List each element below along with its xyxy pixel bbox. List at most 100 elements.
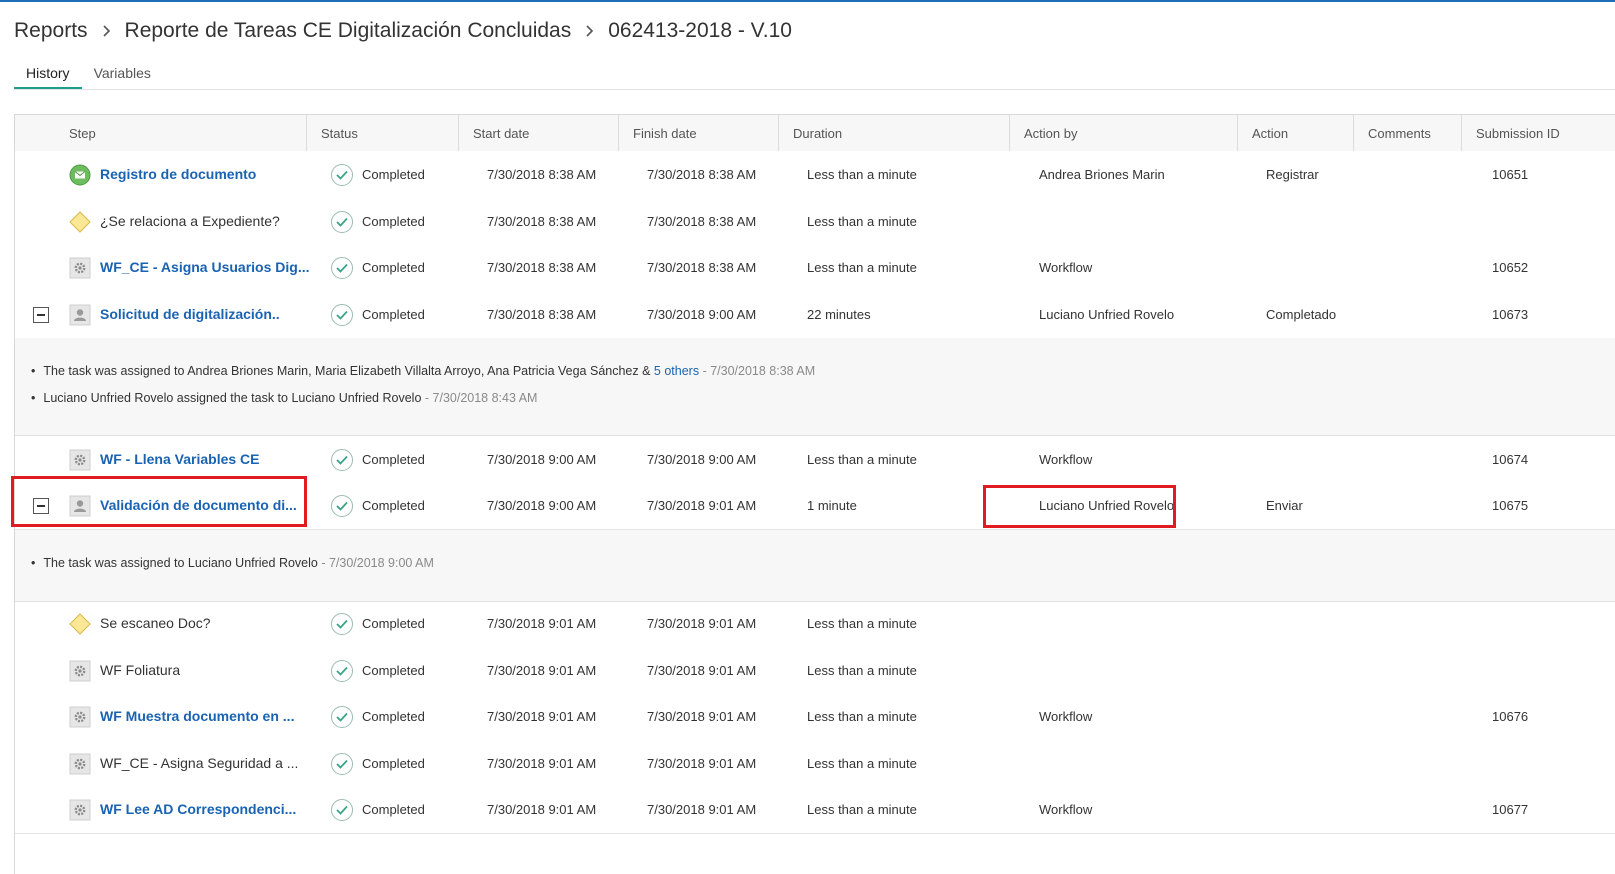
status-text: Completed: [362, 214, 425, 229]
status-cell: Completed: [331, 151, 481, 198]
breadcrumb-reports[interactable]: Reports: [14, 19, 88, 43]
collapse-toggle-icon[interactable]: [33, 307, 49, 323]
status-text: Completed: [362, 498, 425, 513]
status-text: Completed: [362, 260, 425, 275]
detail-text: The task was assigned to Luciano Unfried…: [43, 556, 318, 570]
column-header-step[interactable]: Step: [15, 115, 307, 153]
breadcrumb-report[interactable]: Reporte de Tareas CE Digitalización Conc…: [125, 19, 572, 43]
table-row[interactable]: Solicitud de digitalización.. Completed 7/…: [15, 291, 1615, 339]
status-cell: Completed: [331, 436, 481, 483]
tab-variables[interactable]: Variables: [82, 62, 163, 90]
submission-id: 10677: [1492, 802, 1529, 817]
step-name-link[interactable]: Validación de documento di...: [100, 482, 297, 529]
step-cell: WF_CE - Asigna Usuarios Dig...: [69, 244, 323, 291]
column-header-start-date[interactable]: Start date: [459, 115, 619, 153]
duration: Less than a minute: [807, 802, 917, 817]
gear-icon: [69, 753, 91, 775]
table-row[interactable]: WF Foliatura Completed 7/30/2018 9:01 AM 7/…: [15, 647, 1615, 695]
breadcrumb: Reports Reporte de Tareas CE Digitalizac…: [14, 17, 792, 45]
table-row[interactable]: WF - Llena Variables CE Completed 7/30/201…: [15, 436, 1615, 484]
submission-id: 10673: [1492, 307, 1529, 322]
start-date: 7/30/2018 9:00 AM: [487, 452, 597, 467]
detail-time: - 7/30/2018 9:00 AM: [317, 556, 434, 570]
tabs-divider: [14, 89, 1615, 90]
detail-text: Luciano Unfried Rovelo assigned the task…: [43, 391, 422, 405]
table-header: Step Status Start date Finish date Durat…: [15, 115, 1615, 155]
table-row[interactable]: WF_CE - Asigna Usuarios Dig... Completed 7…: [15, 244, 1615, 292]
finish-date: 7/30/2018 8:38 AM: [647, 214, 757, 229]
status-cell: Completed: [331, 244, 481, 291]
start-date: 7/30/2018 9:01 AM: [487, 756, 597, 771]
finish-date: 7/30/2018 9:01 AM: [647, 498, 757, 513]
task-detail-validacion: The task was assigned to Luciano Unfried…: [15, 530, 1615, 602]
chevron-right-icon: [102, 25, 111, 37]
tab-bar: History Variables: [14, 62, 163, 90]
table-row[interactable]: Se escaneo Doc? Completed 7/30/2018 9:01 A…: [15, 600, 1615, 648]
step-cell: Validación de documento di...: [69, 482, 323, 529]
status-cell: Completed: [331, 740, 481, 787]
step-name-link[interactable]: WF_CE - Asigna Usuarios Dig...: [100, 244, 310, 291]
check-circle-icon: [331, 210, 353, 233]
step-name-link[interactable]: Registro de documento: [100, 151, 256, 198]
status-text: Completed: [362, 616, 425, 631]
column-header-finish-date[interactable]: Finish date: [619, 115, 779, 153]
check-circle-icon: [331, 612, 353, 635]
duration: 1 minute: [807, 498, 857, 513]
step-cell: Se escaneo Doc?: [69, 600, 323, 647]
check-circle-icon: [331, 798, 353, 821]
status-text: Completed: [362, 307, 425, 322]
task-detail-solicitud: The task was assigned to Andrea Briones …: [15, 338, 1615, 436]
duration: Less than a minute: [807, 214, 917, 229]
duration: Less than a minute: [807, 663, 917, 678]
start-date: 7/30/2018 9:01 AM: [487, 663, 597, 678]
table-row[interactable]: WF_CE - Asigna Seguridad a ... Completed 7…: [15, 740, 1615, 788]
finish-date: 7/30/2018 9:00 AM: [647, 307, 757, 322]
column-header-action-by[interactable]: Action by: [1010, 115, 1238, 153]
status-text: Completed: [362, 452, 425, 467]
check-circle-icon: [331, 448, 353, 471]
check-circle-icon: [331, 705, 353, 728]
detail-text: The task was assigned to Andrea Briones …: [43, 364, 654, 378]
start-date: 7/30/2018 9:00 AM: [487, 498, 597, 513]
step-name-link[interactable]: WF - Llena Variables CE: [100, 436, 260, 483]
duration: Less than a minute: [807, 452, 917, 467]
status-text: Completed: [362, 167, 425, 182]
step-cell: WF Foliatura: [69, 647, 323, 694]
check-circle-icon: [331, 256, 353, 279]
finish-date: 7/30/2018 9:01 AM: [647, 616, 757, 631]
finish-date: 7/30/2018 9:01 AM: [647, 756, 757, 771]
finish-date: 7/30/2018 8:38 AM: [647, 167, 757, 182]
duration: Less than a minute: [807, 756, 917, 771]
duration: Less than a minute: [807, 167, 917, 182]
step-name-link[interactable]: Solicitud de digitalización..: [100, 291, 280, 338]
collapse-toggle-icon[interactable]: [33, 498, 49, 514]
check-circle-icon: [331, 494, 353, 517]
column-header-action[interactable]: Action: [1238, 115, 1354, 153]
table-row[interactable]: WF Lee AD Correspondenci... Completed 7/30…: [15, 786, 1615, 834]
table-row[interactable]: Validación de documento di... Completed 7/…: [15, 482, 1615, 530]
table-row[interactable]: WF Muestra documento en ... Completed 7/30…: [15, 693, 1615, 741]
start-date: 7/30/2018 9:01 AM: [487, 616, 597, 631]
column-header-submission-id[interactable]: Submission ID: [1462, 115, 1615, 153]
history-table: Step Status Start date Finish date Durat…: [14, 114, 1615, 874]
status-text: Completed: [362, 709, 425, 724]
column-header-status[interactable]: Status: [307, 115, 459, 153]
step-name-link[interactable]: WF Muestra documento en ...: [100, 693, 294, 740]
status-cell: Completed: [331, 291, 481, 338]
start-date: 7/30/2018 9:01 AM: [487, 709, 597, 724]
column-header-duration[interactable]: Duration: [779, 115, 1010, 153]
step-name-link[interactable]: WF Lee AD Correspondenci...: [100, 786, 296, 833]
column-header-comments[interactable]: Comments: [1354, 115, 1462, 153]
tab-history[interactable]: History: [14, 62, 82, 90]
user-icon: [69, 304, 91, 326]
submission-id: 10652: [1492, 260, 1529, 275]
step-cell: ¿Se relaciona a Expediente?: [69, 198, 323, 245]
step-cell: WF_CE - Asigna Seguridad a ...: [69, 740, 323, 787]
table-row[interactable]: ¿Se relaciona a Expediente? Completed 7/30…: [15, 198, 1615, 246]
step-name: ¿Se relaciona a Expediente?: [100, 213, 280, 229]
step-name: WF Foliatura: [100, 662, 181, 678]
breadcrumb-instance: 062413-2018 - V.10: [608, 19, 792, 42]
others-link[interactable]: 5 others: [654, 364, 699, 378]
start-date: 7/30/2018 8:38 AM: [487, 307, 597, 322]
table-row[interactable]: Registro de documento Completed 7/30/2018 …: [15, 151, 1615, 199]
